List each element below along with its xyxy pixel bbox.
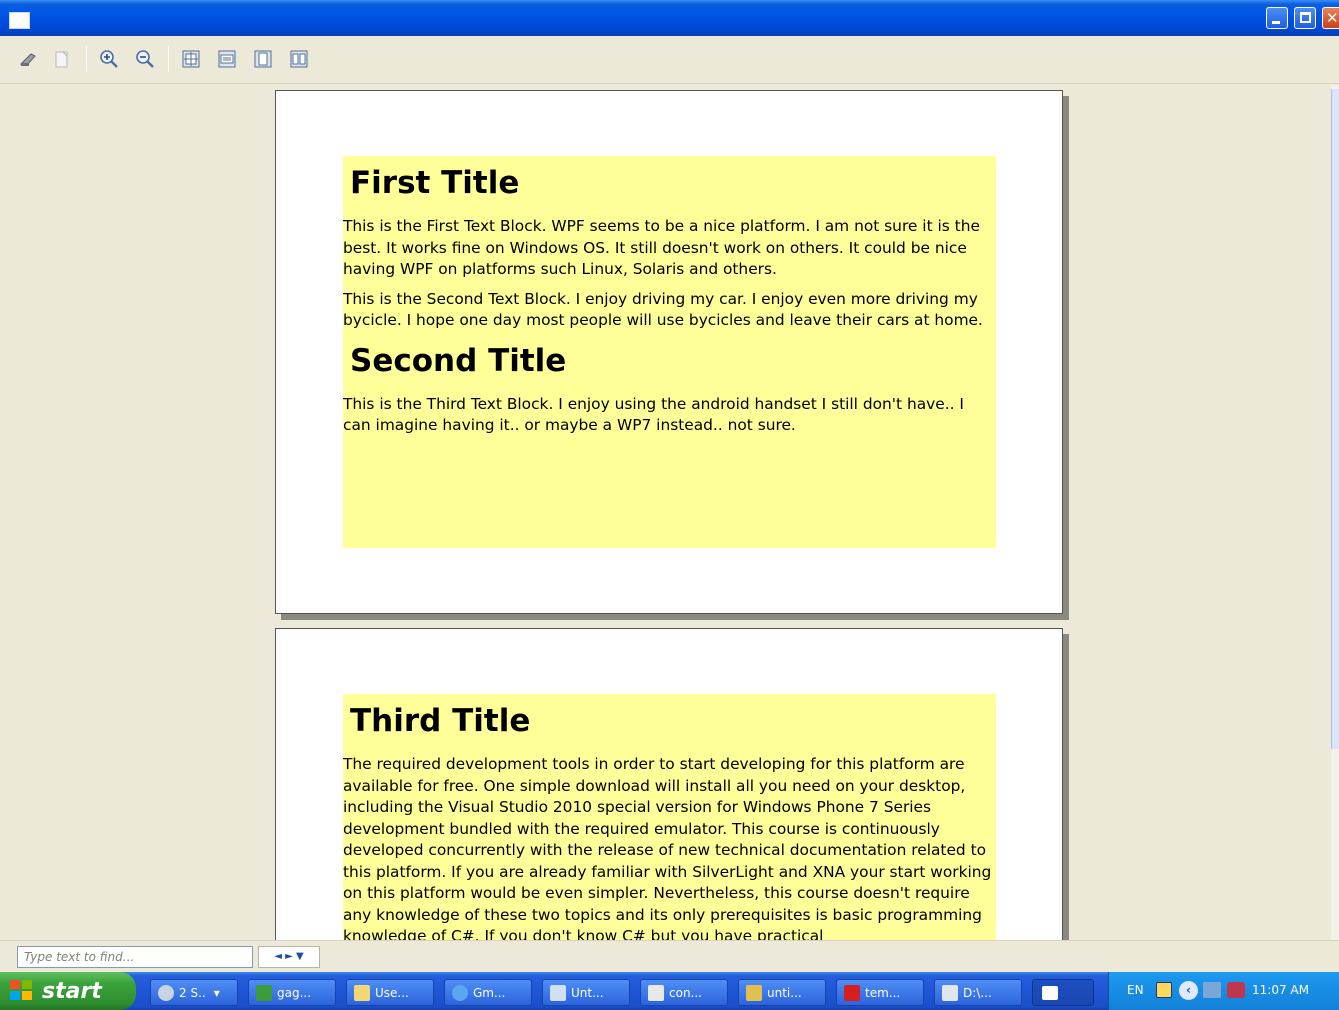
system-tray: EN ‹ 11:07 AM — [1108, 972, 1339, 1010]
two-pages-icon — [290, 50, 308, 68]
toolbar-separator — [86, 46, 87, 72]
taskbar: start 2 S.. ▾ gag... Use... Gm... Unt... … — [0, 972, 1339, 1010]
second-text-block: This is the Second Text Block. I enjoy d… — [343, 289, 983, 330]
printer-icon — [19, 53, 36, 66]
highlighted-section: First Title This is the First Text Block… — [343, 156, 996, 548]
zoom-in-icon — [100, 50, 118, 68]
document-page-1: First Title This is the First Text Block… — [275, 90, 1063, 614]
start-label: start — [42, 978, 102, 1004]
highlighted-section: Third Title The required development too… — [343, 694, 996, 940]
csharp-icon — [256, 984, 272, 1001]
page-width-icon — [218, 50, 236, 68]
visual-studio-icon — [746, 984, 762, 1001]
find-navigation-buttons[interactable]: ◄ ► ▼ — [258, 946, 320, 968]
restore-button[interactable] — [1294, 7, 1316, 29]
page-width-button[interactable] — [216, 48, 238, 70]
first-title: First Title — [350, 165, 520, 201]
taskbar-item[interactable]: unti... — [738, 979, 826, 1006]
zoom-out-icon — [136, 50, 154, 68]
calculator-icon — [648, 984, 664, 1001]
folder-icon — [354, 984, 370, 1001]
restore-icon — [1300, 12, 1311, 23]
second-title: Second Title — [350, 342, 567, 379]
windows-logo-icon — [10, 980, 34, 1002]
third-title: Third Title — [350, 703, 531, 739]
chevron-left-icon[interactable]: ‹ — [1179, 981, 1198, 1000]
clock[interactable]: 11:07 AM — [1252, 983, 1309, 997]
copy-icon — [55, 51, 68, 68]
vertical-scrollbar[interactable] — [1331, 85, 1339, 940]
minimize-button[interactable] — [1266, 7, 1288, 29]
taskbar-item[interactable]: tem... — [836, 979, 924, 1006]
language-indicator[interactable]: EN — [1127, 983, 1144, 997]
pdf-icon — [844, 984, 860, 1001]
start-button[interactable]: start — [0, 972, 136, 1010]
whole-page-button[interactable] — [252, 48, 274, 70]
third-text-block: This is the Third Text Block. I enjoy us… — [343, 394, 964, 435]
help-icon[interactable] — [1156, 982, 1172, 998]
document-page-2: Third Title The required development too… — [275, 628, 1063, 940]
toolbar-separator — [168, 46, 169, 72]
minimize-icon — [1272, 21, 1280, 24]
fourth-text-block: The required development tools in order … — [343, 755, 992, 940]
window-icon — [1042, 985, 1058, 1000]
taskbar-item[interactable]: con... — [640, 979, 728, 1006]
taskbar-item[interactable]: 2 S.. ▾ — [150, 979, 238, 1006]
taskbar-item[interactable]: Unt... — [542, 979, 630, 1006]
scrollbar-thumb[interactable] — [1331, 89, 1339, 749]
taskbar-item-active[interactable] — [1032, 979, 1094, 1006]
actual-size-button[interactable] — [180, 48, 202, 70]
find-input[interactable]: Type text to find... — [17, 946, 253, 968]
document-icon — [550, 984, 566, 1001]
window-titlebar[interactable]: ✕ — [0, 0, 1339, 36]
zoom-in-button[interactable] — [98, 48, 120, 70]
zoom-out-button[interactable] — [134, 48, 156, 70]
copy-button[interactable] — [51, 48, 73, 70]
group-icon — [158, 984, 174, 1001]
whole-page-icon — [254, 50, 272, 68]
notepad-icon — [942, 984, 958, 1001]
actual-size-icon — [182, 50, 200, 68]
document-viewer[interactable]: First Title This is the First Text Block… — [8, 85, 1331, 940]
taskbar-item[interactable]: Gm... — [444, 979, 532, 1006]
network-icon[interactable] — [1203, 982, 1221, 998]
close-icon: ✕ — [1326, 9, 1339, 27]
taskbar-item[interactable]: D:\... — [934, 979, 1022, 1006]
taskbar-item[interactable]: Use... — [346, 979, 434, 1006]
security-icon[interactable] — [1227, 982, 1245, 998]
two-pages-button[interactable] — [288, 48, 310, 70]
app-icon — [9, 12, 30, 29]
toolbar — [0, 36, 1339, 84]
internet-explorer-icon — [452, 984, 468, 1001]
print-button[interactable] — [18, 48, 40, 70]
find-bar: Type text to find... ◄ ► ▼ — [0, 940, 1339, 972]
taskbar-item[interactable]: gag... — [248, 979, 336, 1006]
close-button[interactable]: ✕ — [1322, 7, 1339, 29]
first-text-block: This is the First Text Block. WPF seems … — [343, 217, 980, 278]
